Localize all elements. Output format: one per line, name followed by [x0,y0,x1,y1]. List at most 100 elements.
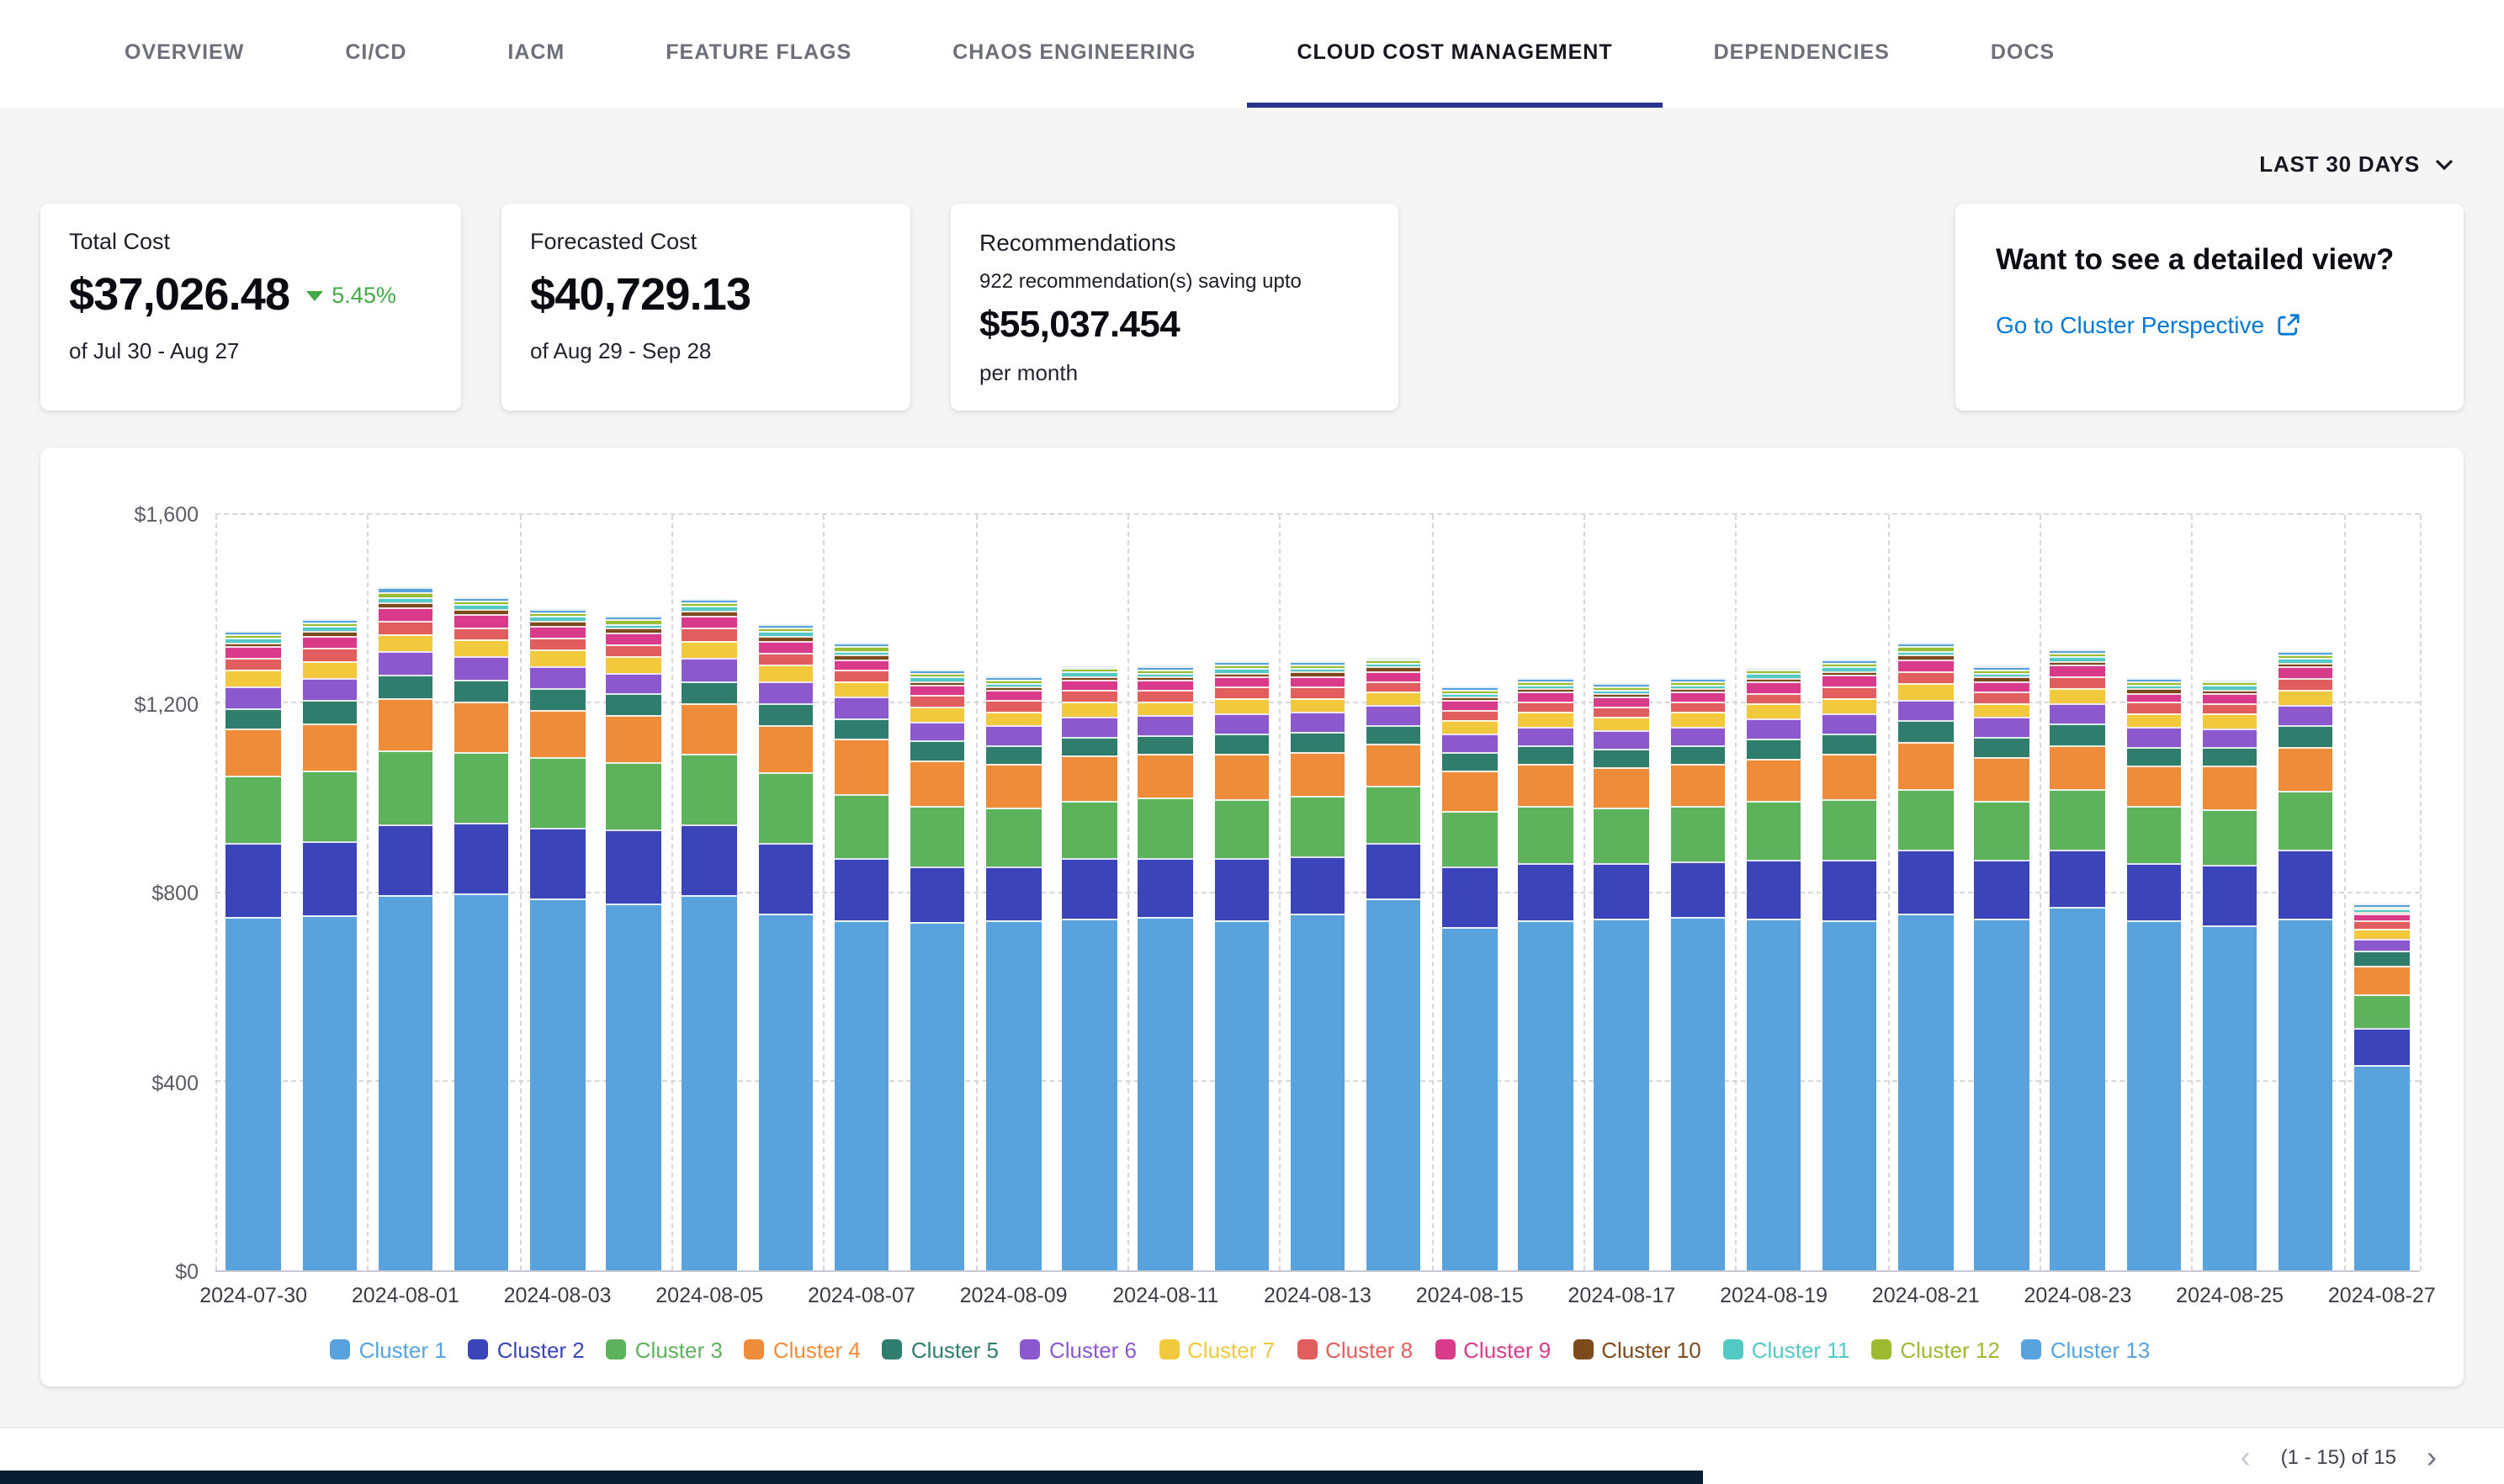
bar-segment[interactable] [1898,683,1953,699]
bar-segment[interactable] [2126,746,2181,765]
bar-segment[interactable] [758,772,813,842]
stacked-bar[interactable] [302,515,357,1270]
bar-segment[interactable] [2279,705,2333,726]
bar-segment[interactable] [910,923,965,1270]
bar-segment[interactable] [1594,749,1649,767]
stacked-bar[interactable] [910,515,965,1270]
bar-segment[interactable] [1214,686,1269,697]
bar-segment[interactable] [1290,732,1345,752]
bar-segment[interactable] [530,666,585,688]
bar-segment[interactable] [1822,860,1877,920]
bar-segment[interactable] [758,640,813,652]
chevron-right-icon[interactable]: › [2416,1441,2447,1471]
bar-segment[interactable] [2050,907,2105,1270]
bar-segment[interactable] [2203,747,2257,766]
bar-segment[interactable] [226,776,281,843]
bar-segment[interactable] [682,659,737,681]
bar-segment[interactable] [986,745,1041,763]
bar-segment[interactable] [2050,724,2105,745]
bar-segment[interactable] [834,795,889,859]
tab-chaos-engineering[interactable]: CHAOS ENGINEERING [902,0,1246,108]
bar-segment[interactable] [2050,851,2105,907]
bar-segment[interactable] [1670,702,1725,713]
bar-segment[interactable] [1062,681,1117,691]
stacked-bar[interactable] [2354,515,2409,1270]
bar-segment[interactable] [1366,843,1421,898]
bar-segment[interactable] [2203,713,2257,728]
bar-segment[interactable] [682,681,737,704]
bar-segment[interactable] [1519,692,1573,702]
bar-segment[interactable] [910,761,965,805]
bar-segment[interactable] [2279,677,2333,689]
bar-segment[interactable] [1214,858,1269,920]
bar-segment[interactable] [378,602,432,607]
bar-segment[interactable] [1214,798,1269,857]
tab-overview[interactable]: OVERVIEW [74,0,294,108]
tab-cloud-cost-management[interactable]: CLOUD COST MANAGEMENT [1246,0,1663,108]
bar-segment[interactable] [1898,914,1953,1270]
bar-segment[interactable] [1214,713,1269,734]
bar-segment[interactable] [606,762,660,830]
bar-segment[interactable] [1442,710,1497,720]
bar-segment[interactable] [2050,676,2105,687]
bar-segment[interactable] [302,636,357,648]
bar-segment[interactable] [1975,757,2029,801]
bar-segment[interactable] [530,625,585,637]
bar-segment[interactable] [1898,700,1953,721]
bar-segment[interactable] [2126,728,2181,746]
bar-segment[interactable] [2126,692,2181,702]
bar-segment[interactable] [1670,713,1725,727]
tab-iacm[interactable]: IACM [457,0,615,108]
legend-item[interactable]: Cluster 5 [883,1337,999,1362]
stacked-bar[interactable] [1138,515,1193,1270]
bar-segment[interactable] [2279,666,2333,677]
bar-segment[interactable] [606,830,660,903]
bar-segment[interactable] [454,615,509,628]
cluster-perspective-link[interactable]: Go to Cluster Perspective [1996,311,2300,338]
bar-segment[interactable] [1138,715,1193,734]
bar-segment[interactable] [1519,727,1573,745]
bar-segment[interactable] [1519,862,1573,921]
bar-segment[interactable] [1822,799,1877,860]
bar-segment[interactable] [758,665,813,682]
bar-segment[interactable] [2279,746,2333,791]
bar-segment[interactable] [1290,697,1345,712]
bar-segment[interactable] [1822,697,1877,713]
bar-segment[interactable] [378,751,432,824]
bar-segment[interactable] [682,704,737,754]
bar-segment[interactable] [1442,867,1497,928]
bar-segment[interactable] [226,708,281,729]
stacked-bar[interactable] [758,515,813,1270]
chevron-left-icon[interactable]: ‹ [2231,1441,2261,1471]
bar-segment[interactable] [1442,810,1497,866]
bar-segment[interactable] [1975,718,2029,738]
bar-segment[interactable] [1975,681,2029,692]
legend-item[interactable]: Cluster 2 [469,1337,585,1362]
bar-segment[interactable] [226,647,281,658]
bar-segment[interactable] [910,707,965,721]
bar-segment[interactable] [1062,691,1117,702]
bar-segment[interactable] [1214,676,1269,686]
bar-segment[interactable] [1747,861,1801,918]
bar-segment[interactable] [1519,702,1573,713]
bar-segment[interactable] [758,652,813,665]
bar-segment[interactable] [1214,734,1269,754]
bar-segment[interactable] [2279,851,2333,919]
bar-segment[interactable] [2203,925,2257,1270]
bar-segment[interactable] [834,739,889,795]
tab-feature-flags[interactable]: FEATURE FLAGS [615,0,902,108]
bar-segment[interactable] [1594,707,1649,717]
legend-item[interactable]: Cluster 13 [2022,1337,2151,1362]
bar-segment[interactable] [226,729,281,776]
bar-segment[interactable] [986,701,1041,712]
legend-item[interactable]: Cluster 1 [331,1337,447,1362]
legend-item[interactable]: Cluster 6 [1021,1337,1137,1362]
bar-segment[interactable] [454,640,509,657]
bar-segment[interactable] [1594,717,1649,730]
bar-segment[interactable] [834,859,889,920]
bar-segment[interactable] [530,637,585,649]
bar-segment[interactable] [302,678,357,700]
bar-segment[interactable] [2354,1028,2409,1065]
bar-segment[interactable] [1975,702,2029,717]
bar-segment[interactable] [454,627,509,640]
